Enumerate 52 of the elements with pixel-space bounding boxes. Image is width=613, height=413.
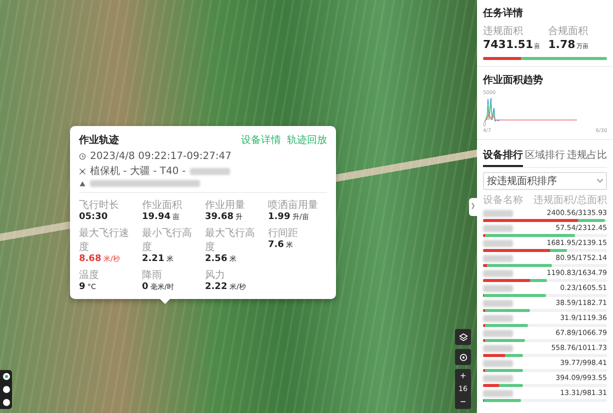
layer-toggle[interactable] <box>2 399 10 406</box>
popup-title: 作业轨迹 <box>79 133 119 147</box>
blurred-text <box>190 168 230 174</box>
blurred-device-name <box>483 314 513 322</box>
stat-value: 05:30 <box>79 212 109 222</box>
stat-label: 飞行时长 <box>79 198 120 212</box>
stat-label: 温度 <box>79 268 100 282</box>
clock-icon <box>79 153 86 160</box>
stat-label: 行间距 <box>268 227 299 240</box>
zoom-out-button[interactable]: − <box>455 395 471 409</box>
blurred-device-name <box>483 210 513 216</box>
blurred-device-name <box>483 330 513 336</box>
column-header: 设备名称 <box>483 194 523 207</box>
blurred-device-name <box>483 240 513 246</box>
blurred-device-name <box>483 374 513 382</box>
chevron-down-icon <box>597 179 603 183</box>
column-header: 违规面积/总面积 <box>534 194 607 207</box>
blurred-device-name <box>483 360 513 366</box>
locate-button[interactable] <box>455 349 471 365</box>
section-title: 作业面积趋势 <box>483 74 544 87</box>
layers-button[interactable] <box>455 329 471 345</box>
chevron-right-icon <box>471 203 475 209</box>
blurred-device-name <box>483 344 513 352</box>
ranking-tab[interactable]: 区域排行 <box>525 146 565 167</box>
locate-icon <box>458 352 468 362</box>
stat-label: 最小飞行高度 <box>142 226 193 254</box>
sort-select[interactable]: 按违规面积排序 <box>483 172 607 190</box>
blurred-device-name <box>483 284 513 292</box>
track-time: 2023/4/8 09:22:17-09:27:47 <box>90 151 232 162</box>
ranking-tab[interactable]: 设备排行 <box>483 146 523 167</box>
layer-toggle[interactable] <box>2 373 10 380</box>
collapse-panel-button[interactable] <box>469 198 477 216</box>
stat-label: 作业面积 <box>142 198 183 212</box>
stat-label: 最大飞行高度 <box>205 226 256 254</box>
blurred-device-name <box>483 300 513 306</box>
panel-title: 任务详情 <box>483 6 524 20</box>
zoom-in-button[interactable]: + <box>455 369 471 383</box>
stat-label: 作业用量 <box>205 198 246 212</box>
stat-label: 降雨 <box>142 269 163 282</box>
layers-icon <box>458 332 468 342</box>
blurred-device-name <box>483 390 513 396</box>
blurred-device-name <box>483 270 513 276</box>
summary-label: 违规面积 <box>483 24 524 38</box>
layer-toggle[interactable] <box>2 386 10 393</box>
device-info: 植保机 - 大疆 - T40 - <box>90 164 186 178</box>
summary-label: 合规面积 <box>548 25 588 38</box>
stat-label: 最大飞行速度 <box>79 226 130 254</box>
blurred-device-name <box>483 224 513 232</box>
ranking-tab[interactable]: 违规占比 <box>567 146 607 167</box>
stat-label: 喷洒亩用量 <box>268 198 319 212</box>
blurred-device-name <box>483 254 513 262</box>
stat-label: 风力 <box>205 268 226 282</box>
